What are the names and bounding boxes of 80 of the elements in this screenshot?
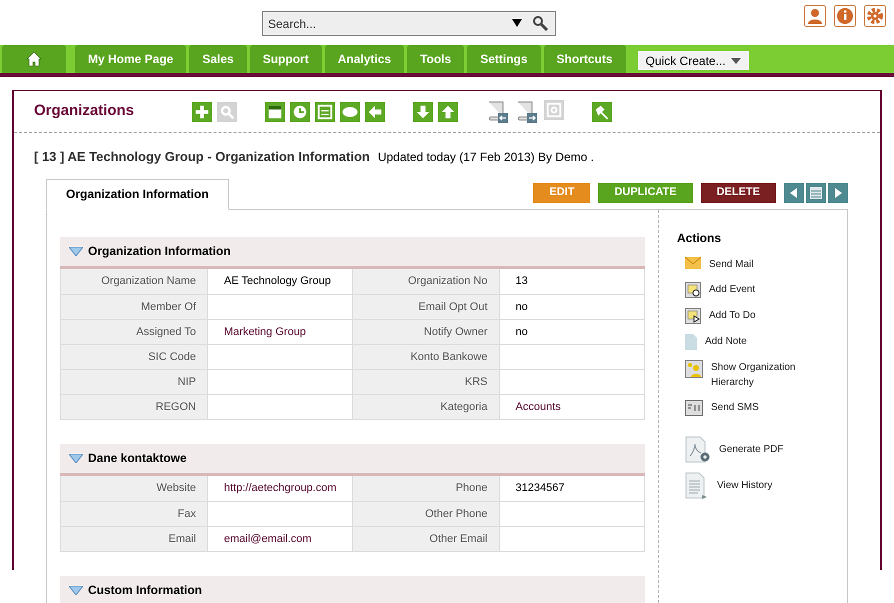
field-value: 31234567 [516, 482, 564, 494]
record-tab[interactable]: Organization Information [46, 178, 229, 210]
caret-icon [730, 58, 741, 64]
field-label: Organization No [352, 268, 500, 294]
field-label: Member Of [61, 294, 208, 318]
settings-icon[interactable] [864, 5, 886, 27]
field-value: no [516, 300, 528, 312]
user-icon[interactable] [804, 5, 826, 27]
field-value: 13 [516, 274, 528, 286]
module-title: Organizations [34, 101, 136, 122]
info-icon[interactable] [834, 5, 856, 27]
next-icon[interactable] [828, 182, 848, 202]
people-icon [685, 360, 703, 378]
field-value: Accounts [516, 400, 561, 412]
section-title: Dane kontaktowe [88, 450, 187, 467]
action-link[interactable]: Send SMS [677, 400, 827, 416]
field-label: KRS [352, 370, 500, 394]
calendar-icon[interactable] [265, 102, 285, 122]
field-value: no [516, 326, 528, 338]
arrow-down-icon[interactable] [413, 102, 433, 122]
expand-triangle-icon[interactable] [69, 454, 83, 462]
quick-create-dropdown[interactable]: Quick Create... [638, 51, 749, 70]
document-icon[interactable] [486, 100, 510, 124]
field-label: Website [61, 476, 208, 500]
action-link[interactable]: Add Event [677, 282, 827, 298]
search-field[interactable]: Search... [262, 11, 556, 36]
document-icon[interactable] [515, 100, 539, 124]
expand-triangle-icon[interactable] [69, 586, 83, 594]
note-icon [685, 334, 697, 350]
delete-button[interactable]: DELETE [700, 182, 776, 202]
field-label: Organization Name [61, 268, 208, 294]
action-link[interactable]: View History [677, 472, 847, 500]
dropdown-caret-icon[interactable] [512, 19, 522, 27]
action-link[interactable]: Show Organization Hierarchy [677, 360, 827, 390]
field-label: NIP [61, 370, 208, 394]
add-icon[interactable] [192, 102, 212, 122]
arrow-up-icon[interactable] [438, 102, 458, 122]
field-label: Other Phone [352, 502, 500, 526]
section-header[interactable]: Organization Information [60, 236, 645, 268]
action-link[interactable]: Add To Do [677, 308, 827, 324]
field-label: SIC Code [61, 344, 208, 368]
previous-icon[interactable] [784, 182, 804, 202]
action-link[interactable]: Send Mail [677, 256, 827, 272]
envelope-icon [685, 256, 701, 268]
field-label: Notify Owner [352, 320, 500, 344]
updated-text: Updated today (17 Feb 2013) By Demo . [378, 149, 594, 166]
speech-bubble-icon[interactable] [340, 102, 360, 122]
calendar-play-icon [685, 308, 701, 324]
field-label: Other Email [352, 526, 500, 550]
field-label: Phone [352, 476, 500, 500]
expand-triangle-icon[interactable] [69, 246, 83, 256]
list-icon[interactable] [806, 182, 826, 202]
hammer-icon[interactable] [592, 102, 612, 122]
section-header[interactable]: Custom Information [60, 576, 645, 603]
field-value: Marketing Group [224, 326, 306, 338]
home-icon [26, 51, 42, 67]
action-link[interactable]: Add Note [677, 334, 827, 350]
clock-icon[interactable] [290, 102, 310, 122]
home-tab[interactable] [2, 45, 66, 73]
section-title: Organization Information [88, 243, 231, 260]
actions-title: Actions [677, 230, 722, 246]
action-link[interactable]: Generate PDF [677, 436, 847, 464]
field-label: REGON [61, 394, 208, 418]
arrow-left-icon[interactable] [365, 102, 385, 122]
section-header[interactable]: Dane kontaktowe [60, 444, 645, 476]
field-value: email@email.com [224, 532, 312, 544]
field-label: Email Opt Out [352, 294, 500, 318]
field-label: Konto Bankowe [352, 344, 500, 368]
search-icon[interactable] [532, 15, 548, 31]
pdf-gear-icon [685, 436, 711, 464]
field-label: Fax [61, 502, 208, 526]
document-list-icon [685, 472, 709, 500]
record-title: [ 13 ] AE Technology Group - Organization Information [34, 148, 370, 166]
field-label: Email [61, 526, 208, 550]
field-value: http://aetechgroup.com [224, 482, 337, 494]
section-title: Custom Information [88, 582, 202, 599]
field-label: Kategoria [352, 394, 500, 418]
field-value: AE Technology Group [224, 274, 331, 286]
calendar-clock-icon [685, 282, 701, 298]
field-label: Assigned To [61, 320, 208, 344]
